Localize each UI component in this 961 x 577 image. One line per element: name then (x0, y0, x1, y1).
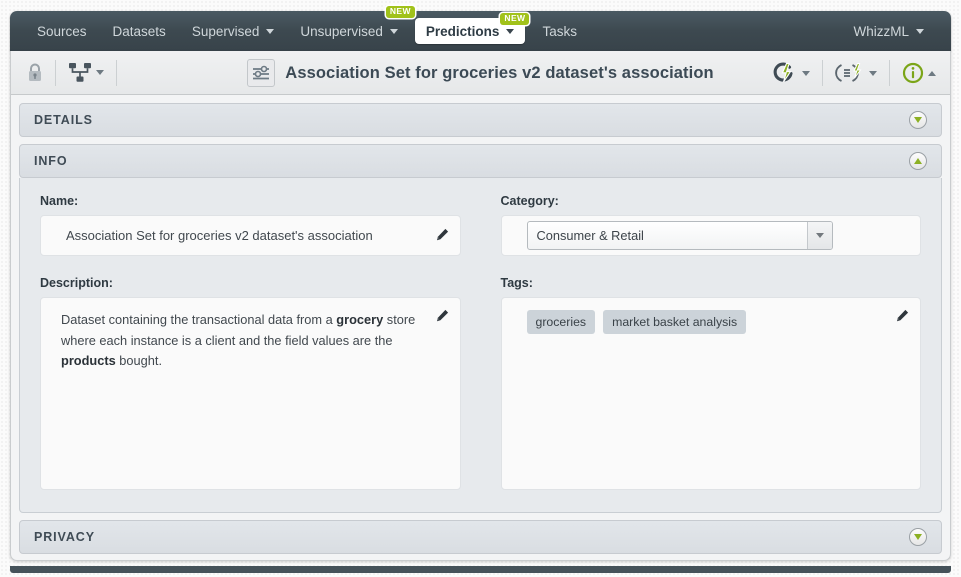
nav-item-sources[interactable]: Sources (24, 11, 100, 51)
edit-name-button[interactable] (436, 228, 449, 246)
script-button[interactable] (829, 58, 883, 88)
nav-item-label: Predictions (425, 23, 500, 39)
section-title: PRIVACY (34, 530, 95, 544)
info-button[interactable] (896, 58, 942, 88)
nav-item-label: Supervised (191, 23, 260, 39)
lock-button[interactable] (21, 58, 49, 88)
nav-item-supervised[interactable]: Supervised (179, 11, 288, 51)
resource-menu-button[interactable] (62, 58, 110, 88)
chevron-down-icon (914, 117, 922, 123)
new-badge: NEW (385, 6, 415, 18)
tags-field[interactable]: groceries market basket analysis (500, 297, 921, 490)
category-field: Consumer & Retail (500, 215, 921, 256)
info-icon (902, 62, 924, 84)
name-field[interactable]: Association Set for groceries v2 dataset… (40, 215, 461, 256)
resource-titlebar: Association Set for groceries v2 dataset… (11, 51, 950, 95)
resource-type-icon-box (247, 59, 276, 87)
chevron-down-icon (916, 28, 924, 34)
resource-window: Association Set for groceries v2 dataset… (10, 51, 951, 561)
description-field[interactable]: Dataset containing the transactional dat… (40, 297, 461, 490)
main-navigation: Sources Datasets Supervised Unsupervised… (10, 6, 951, 51)
tag-chip[interactable]: groceries (526, 310, 596, 334)
privacy-expand-toggle[interactable] (909, 528, 927, 546)
retrain-button[interactable] (766, 58, 816, 88)
section-title: INFO (34, 154, 68, 168)
nav-item-whizzml[interactable]: WhizzML (840, 11, 937, 51)
new-badge: NEW (500, 13, 530, 25)
chevron-up-icon (914, 158, 922, 164)
toolbar-divider (889, 60, 890, 86)
section-header-privacy[interactable]: PRIVACY (19, 520, 942, 554)
name-label: Name: (40, 194, 79, 208)
category-value: Consumer & Retail (536, 228, 644, 243)
category-select-arrow[interactable] (806, 222, 832, 249)
sitemap-icon (69, 63, 91, 82)
toolbar-divider (116, 59, 117, 86)
retrain-icon (773, 62, 793, 83)
chevron-down-icon (914, 534, 922, 540)
chevron-down-icon (389, 28, 398, 34)
chevron-down-icon (96, 70, 104, 75)
info-collapse-toggle[interactable] (909, 152, 927, 170)
description-value: Dataset containing the transactional dat… (61, 312, 416, 369)
script-icon (835, 63, 862, 82)
tags-label: Tags: (500, 276, 533, 290)
tag-list: groceries market basket analysis (502, 298, 921, 334)
pencil-icon (897, 309, 909, 322)
category-label: Category: (500, 194, 559, 208)
chevron-down-icon (802, 70, 810, 76)
chevron-down-icon (266, 28, 275, 34)
lock-icon (29, 63, 41, 81)
edit-tags-button[interactable] (896, 309, 909, 327)
nav-item-unsupervised[interactable]: Unsupervised NEW (287, 6, 415, 51)
pencil-icon (436, 228, 448, 241)
info-panel: Name: Association Set for groceries v2 d… (19, 178, 942, 513)
window-bottom-bar (10, 566, 951, 573)
description-label: Description: (40, 276, 113, 290)
nav-item-label: Sources (37, 23, 87, 39)
chevron-up-icon (928, 70, 936, 76)
section-header-info[interactable]: INFO (19, 144, 942, 178)
chevron-down-icon (815, 233, 824, 238)
nav-item-label: WhizzML (853, 23, 909, 39)
nav-item-tasks[interactable]: Tasks (529, 11, 590, 51)
tag-chip[interactable]: market basket analysis (603, 310, 747, 334)
resource-content: DETAILS INFO Name: Association Set for g… (11, 95, 950, 560)
section-header-details[interactable]: DETAILS (19, 103, 942, 137)
toolbar-divider (55, 59, 56, 86)
nav-item-datasets[interactable]: Datasets (100, 11, 179, 51)
page-title: Association Set for groceries v2 dataset… (285, 63, 714, 82)
toolbar-divider (822, 60, 823, 86)
category-select[interactable]: Consumer & Retail (526, 221, 833, 250)
info-left-column: Name: Association Set for groceries v2 d… (40, 194, 461, 490)
toolbar-actions (766, 51, 942, 95)
name-value: Association Set for groceries v2 dataset… (66, 228, 373, 243)
nav-item-label: Tasks (542, 23, 577, 39)
chevron-down-icon (869, 70, 877, 76)
edit-description-button[interactable] (436, 309, 449, 327)
info-right-column: Category: Consumer & Retail Tags: grocer… (500, 194, 921, 490)
pencil-icon (436, 309, 448, 322)
details-expand-toggle[interactable] (909, 111, 927, 129)
page-root: Sources Datasets Supervised Unsupervised… (0, 0, 961, 577)
section-title: DETAILS (34, 113, 93, 127)
sliders-icon (252, 65, 269, 80)
nav-item-label: Datasets (112, 23, 166, 39)
nav-item-label: Unsupervised (300, 23, 383, 39)
nav-item-predictions[interactable]: Predictions NEW (414, 13, 530, 44)
chevron-down-icon (506, 28, 515, 34)
